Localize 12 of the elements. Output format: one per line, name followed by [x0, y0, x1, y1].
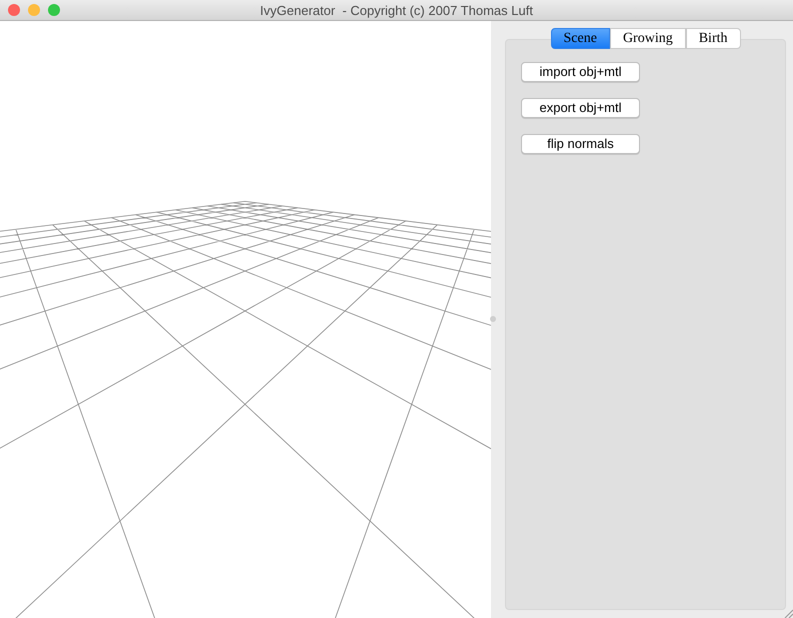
close-icon[interactable] [8, 4, 20, 16]
action-button[interactable]: flip normals [521, 134, 640, 154]
tab[interactable]: Scene [550, 28, 610, 49]
zoom-icon[interactable] [48, 4, 60, 16]
resize-grip-icon[interactable] [784, 609, 793, 618]
action-button[interactable]: export obj+mtl [521, 98, 640, 118]
action-button[interactable]: import obj+mtl [521, 62, 640, 82]
splitter-handle[interactable] [490, 316, 496, 322]
window-title: IvyGenerator - Copyright (c) 2007 Thomas Luft [260, 2, 533, 20]
tab[interactable]: Birth [686, 28, 740, 49]
minimize-icon[interactable] [28, 4, 40, 16]
tab[interactable]: Growing [610, 28, 686, 49]
